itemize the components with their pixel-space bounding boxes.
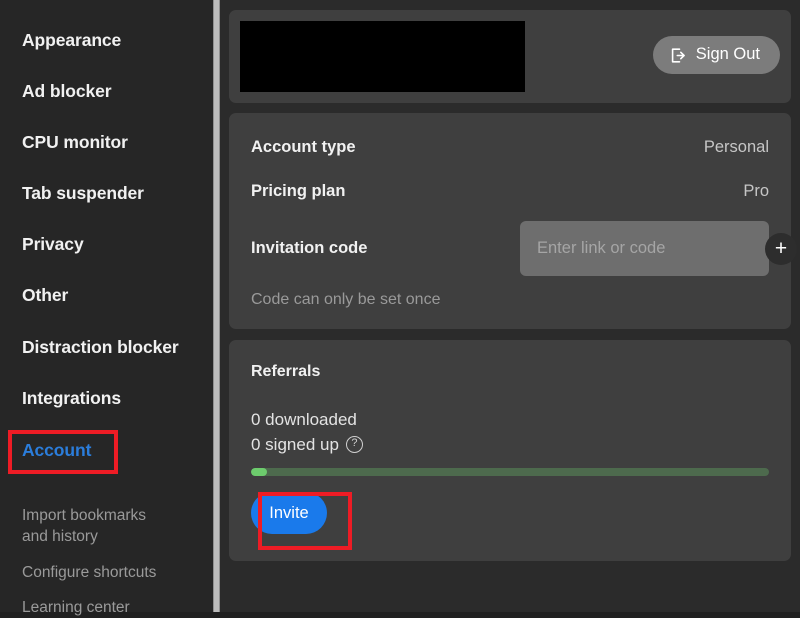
pricing-plan-value: Pro	[743, 182, 769, 200]
account-settings-panel: Sign Out Account type Personal Pricing p…	[220, 0, 800, 612]
sidebar-item-ad-blocker[interactable]: Ad blocker	[22, 81, 112, 102]
plus-icon: +	[774, 237, 788, 260]
sidebar-item-label: Account	[22, 440, 92, 460]
invitation-code-note: Code can only be set once	[251, 291, 441, 308]
sidebar-item-label: Privacy	[22, 234, 84, 254]
sign-out-icon	[669, 46, 688, 65]
sidebar-link-label: Learning center	[22, 599, 130, 616]
invitation-code-field: +	[520, 221, 797, 276]
sidebar-item-label: Distraction blocker	[22, 337, 179, 357]
add-invitation-code-button[interactable]: +	[765, 232, 797, 265]
invite-button-label: Invite	[269, 503, 309, 522]
sidebar-link-import-bookmarks[interactable]: Import bookmarks and history	[22, 484, 146, 547]
sidebar-link-label: Import bookmarks and history	[22, 507, 147, 545]
help-icon[interactable]: ?	[345, 436, 363, 453]
redacted-account-email	[240, 21, 525, 92]
referrals-title: Referrals	[251, 363, 321, 380]
sidebar-item-label: Other	[22, 285, 69, 305]
referral-progress-bar	[251, 468, 769, 476]
invitation-code-label: Invitation code	[251, 239, 368, 257]
sidebar-item-label: CPU monitor	[22, 132, 128, 152]
profile-card: Sign Out	[229, 10, 791, 103]
account-type-label: Account type	[251, 138, 356, 156]
sidebar-item-privacy[interactable]: Privacy	[22, 234, 84, 255]
referrals-downloaded-line: 0 downloaded	[251, 407, 363, 432]
sign-out-label: Sign Out	[695, 45, 760, 64]
referrals-signed-up-line: 0 signed up ?	[251, 432, 363, 457]
referrals-signed-up-count: 0 signed up	[251, 435, 339, 454]
invite-button[interactable]: Invite	[251, 492, 327, 534]
sidebar-item-label: Ad blocker	[22, 81, 112, 101]
sidebar-item-integrations[interactable]: Integrations	[22, 388, 121, 409]
pricing-plan-label: Pricing plan	[251, 182, 346, 200]
referrals-downloaded-count: 0 downloaded	[251, 410, 357, 429]
referrals-card: Referrals 0 downloaded 0 signed up ? Inv…	[229, 340, 791, 561]
invitation-code-row: Invitation code +	[251, 221, 797, 276]
sidebar-item-other[interactable]: Other	[22, 285, 68, 306]
sidebar-item-label: Appearance	[22, 30, 122, 50]
invitation-code-input[interactable]	[520, 239, 765, 258]
sidebar-item-cpu-monitor[interactable]: CPU monitor	[22, 132, 128, 153]
sidebar-scrollbar[interactable]	[213, 0, 220, 612]
referral-progress-fill	[251, 468, 267, 476]
sidebar-item-account[interactable]: Account	[22, 440, 91, 461]
sign-out-button[interactable]: Sign Out	[652, 36, 780, 74]
account-type-value: Personal	[703, 138, 769, 156]
account-type-row: Account type Personal	[251, 138, 769, 157]
settings-sidebar: Appearance Ad blocker CPU monitor Tab su…	[0, 0, 213, 616]
account-details-card: Account type Personal Pricing plan Pro I…	[229, 113, 797, 329]
referral-stats: 0 downloaded 0 signed up ?	[251, 407, 363, 457]
pricing-plan-row: Pricing plan Pro	[251, 182, 769, 201]
sidebar-item-appearance[interactable]: Appearance	[22, 30, 121, 51]
sidebar-item-tab-suspender[interactable]: Tab suspender	[22, 183, 144, 204]
sidebar-item-distraction-blocker[interactable]: Distraction blocker	[22, 337, 179, 358]
sidebar-item-label: Tab suspender	[22, 183, 144, 203]
sidebar-item-label: Integrations	[22, 388, 121, 408]
settings-window: Appearance Ad blocker CPU monitor Tab su…	[0, 0, 800, 616]
